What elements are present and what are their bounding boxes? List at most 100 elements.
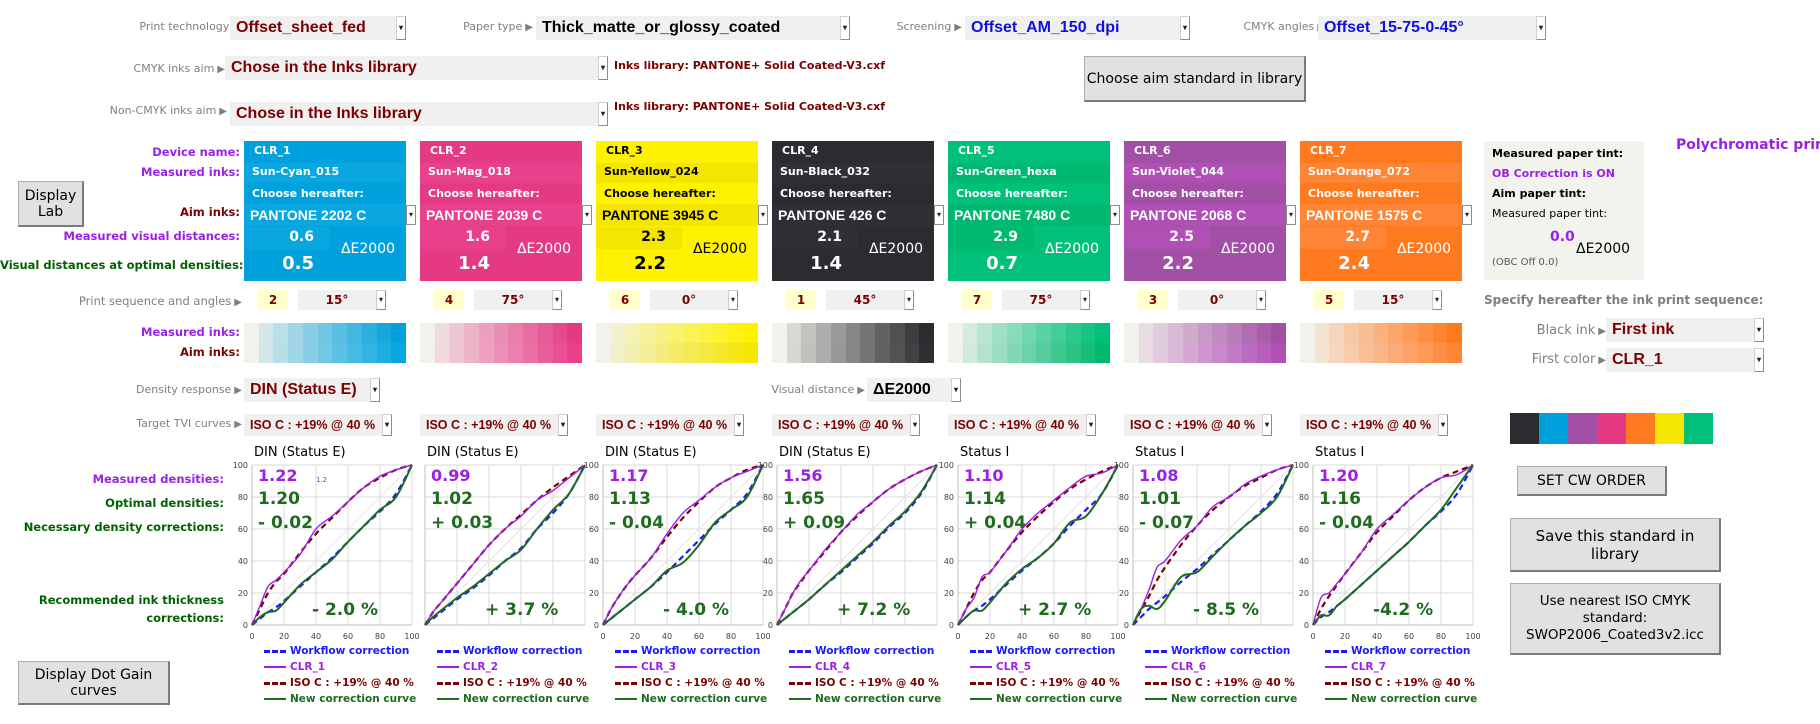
measured-density-value: 1.56 xyxy=(783,466,823,485)
chevron-down-icon[interactable]: ▾ xyxy=(951,378,961,402)
ramp-measured-patch xyxy=(288,323,303,343)
delta-e-label: ΔE2000 xyxy=(1220,241,1276,257)
chevron-down-icon[interactable]: ▾ xyxy=(1754,318,1764,342)
screening-select[interactable]: Offset_AM_150_dpi ▾ xyxy=(965,16,1190,40)
display-dot-gain-button[interactable]: Display Dot Gain curves xyxy=(18,661,170,705)
ramp-aim-patch xyxy=(596,343,611,363)
print-sequence-number[interactable]: 4 xyxy=(434,290,464,310)
chevron-down-icon[interactable]: ▾ xyxy=(396,16,406,40)
chevron-down-icon[interactable]: ▾ xyxy=(1432,290,1442,310)
aim-ink-select[interactable]: PANTONE 426 C xyxy=(772,204,934,226)
chevron-down-icon[interactable]: ▾ xyxy=(1262,414,1272,436)
legend-swatch xyxy=(437,698,459,700)
visual-distance-select[interactable]: ΔE2000 ▾ xyxy=(867,378,961,402)
first-color-select[interactable]: CLR_1 ▾ xyxy=(1606,348,1764,372)
ramp-cell xyxy=(1358,323,1374,363)
chevron-down-icon[interactable]: ▾ xyxy=(1086,414,1096,436)
aim-ink-select[interactable]: PANTONE 1575 C xyxy=(1300,204,1462,226)
legend-text: Workflow correction xyxy=(996,645,1116,657)
print-sequence-number[interactable]: 7 xyxy=(962,290,992,310)
display-lab-button[interactable]: Display Lab xyxy=(18,181,84,227)
target-tvi-select[interactable]: ISO C : +19% @ 40 % ▾ xyxy=(1124,414,1272,436)
chevron-down-icon[interactable]: ▾ xyxy=(598,56,608,80)
legend-measured: CLR_7 xyxy=(1325,659,1477,675)
non-cmyk-inks-aim-select[interactable]: Chose in the Inks library ▾ xyxy=(230,102,608,126)
chevron-down-icon[interactable]: ▾ xyxy=(758,205,768,225)
target-tvi-select[interactable]: ISO C : +19% @ 40 % ▾ xyxy=(1300,414,1448,436)
print-sequence-number[interactable]: 5 xyxy=(1314,290,1344,310)
target-tvi-select[interactable]: ISO C : +19% @ 40 % ▾ xyxy=(772,414,920,436)
use-nearest-iso-button[interactable]: Use nearest ISO CMYK standard: SWOP2006_… xyxy=(1510,583,1721,655)
print-sequence-number[interactable]: 2 xyxy=(258,290,288,310)
chevron-down-icon[interactable]: ▾ xyxy=(1438,414,1448,436)
ramp-aim-patch xyxy=(728,343,744,363)
ramp-measured-patch xyxy=(1182,323,1198,343)
screen-angle-select[interactable]: 0° ▾ xyxy=(650,290,738,310)
chevron-down-icon[interactable]: ▾ xyxy=(910,414,920,436)
dot-gain-chart: 0 20 40 60 80 100 xyxy=(758,461,938,630)
dot-gain-chart: 002020404060608080100100 xyxy=(233,461,420,641)
y-tick-label: 60 xyxy=(1299,525,1309,534)
chevron-down-icon[interactable]: ▾ xyxy=(1286,205,1296,225)
screen-angle-select[interactable]: 45° ▾ xyxy=(826,290,914,310)
chevron-down-icon[interactable]: ▾ xyxy=(1754,348,1764,372)
print-sequence-number[interactable]: 3 xyxy=(1138,290,1168,310)
chevron-down-icon[interactable]: ▾ xyxy=(1080,290,1090,310)
target-tvi-select[interactable]: ISO C : +19% @ 40 % ▾ xyxy=(596,414,744,436)
ramp-cell xyxy=(1227,323,1242,363)
chevron-down-icon[interactable]: ▾ xyxy=(1110,205,1120,225)
target-tvi-select[interactable]: ISO C : +19% @ 40 % ▾ xyxy=(420,414,568,436)
ramp-measured-patch xyxy=(889,323,905,343)
chevron-down-icon[interactable]: ▾ xyxy=(934,205,944,225)
chevron-down-icon[interactable]: ▾ xyxy=(376,290,386,310)
print-sequence-number[interactable]: 6 xyxy=(610,290,640,310)
cmyk-angles-select[interactable]: Offset_15-75-0-45° ▾ xyxy=(1318,16,1546,40)
chevron-down-icon[interactable]: ▾ xyxy=(598,102,608,126)
chevron-down-icon[interactable]: ▾ xyxy=(904,290,914,310)
aim-ink-select[interactable]: PANTONE 2202 C xyxy=(244,204,406,226)
chevron-down-icon[interactable]: ▾ xyxy=(1180,16,1190,40)
chevron-down-icon[interactable]: ▾ xyxy=(582,205,592,225)
necessary-corrections-label: Necessary density corrections: xyxy=(23,520,224,534)
screen-angle-select[interactable]: 75° ▾ xyxy=(474,290,562,310)
target-tvi-select[interactable]: ISO C : +19% @ 40 % ▾ xyxy=(244,414,392,436)
screen-angle-select[interactable]: 75° ▾ xyxy=(1002,290,1090,310)
print-sequence-number[interactable]: 1 xyxy=(786,290,816,310)
ramp-aim-patch xyxy=(434,343,450,363)
ramp-cell xyxy=(1373,323,1389,363)
screen-angle-select[interactable]: 0° ▾ xyxy=(1178,290,1266,310)
ramp-aim-patch xyxy=(889,343,905,363)
aim-ink-select[interactable]: PANTONE 2068 C xyxy=(1124,204,1286,226)
set-cw-order-button[interactable]: SET CW ORDER xyxy=(1517,466,1667,496)
chevron-down-icon[interactable]: ▾ xyxy=(370,378,380,402)
screen-angle-select[interactable]: 15° ▾ xyxy=(1354,290,1442,310)
measured-paper-tint-label-2: Measured paper tint: xyxy=(1492,207,1608,220)
chevron-down-icon[interactable]: ▾ xyxy=(558,414,568,436)
ramp-cell xyxy=(1036,323,1052,363)
cmyk-inks-aim-select[interactable]: Chose in the Inks library ▾ xyxy=(225,56,608,80)
aim-ink-select[interactable]: PANTONE 2039 C xyxy=(420,204,582,226)
aim-ink-select[interactable]: PANTONE 3945 C xyxy=(596,204,758,226)
black-ink-select[interactable]: First ink ▾ xyxy=(1606,318,1764,342)
chevron-down-icon[interactable]: ▾ xyxy=(552,290,562,310)
chevron-down-icon[interactable]: ▾ xyxy=(728,290,738,310)
save-standard-button[interactable]: Save this standard in library xyxy=(1510,518,1721,572)
screen-angle-select[interactable]: 15° ▾ xyxy=(298,290,386,310)
chevron-down-icon[interactable]: ▾ xyxy=(406,205,416,225)
paper-type-select[interactable]: Thick_matte_or_glossy_coated ▾ xyxy=(536,16,850,40)
chevron-down-icon[interactable]: ▾ xyxy=(734,414,744,436)
chevron-down-icon[interactable]: ▾ xyxy=(840,16,850,40)
optimal-visual-distance: 1.4 xyxy=(458,253,490,274)
aim-ink-select[interactable]: PANTONE 7480 C xyxy=(948,204,1110,226)
density-response-select[interactable]: DIN (Status E) ▾ xyxy=(244,378,380,402)
chevron-down-icon[interactable]: ▾ xyxy=(1462,205,1472,225)
chevron-down-icon[interactable]: ▾ xyxy=(1256,290,1266,310)
choose-aim-standard-button[interactable]: Choose aim standard in library xyxy=(1084,56,1306,102)
chevron-down-icon[interactable]: ▾ xyxy=(1536,16,1546,40)
x-tick-label: 20 xyxy=(279,632,289,641)
print-technology-select[interactable]: Offset_sheet_fed ▾ xyxy=(230,16,406,40)
chevron-down-icon[interactable]: ▾ xyxy=(382,414,392,436)
x-tick-label: 80 xyxy=(1436,632,1446,641)
ink-tone-ramp xyxy=(244,323,407,363)
target-tvi-select[interactable]: ISO C : +19% @ 40 % ▾ xyxy=(948,414,1096,436)
